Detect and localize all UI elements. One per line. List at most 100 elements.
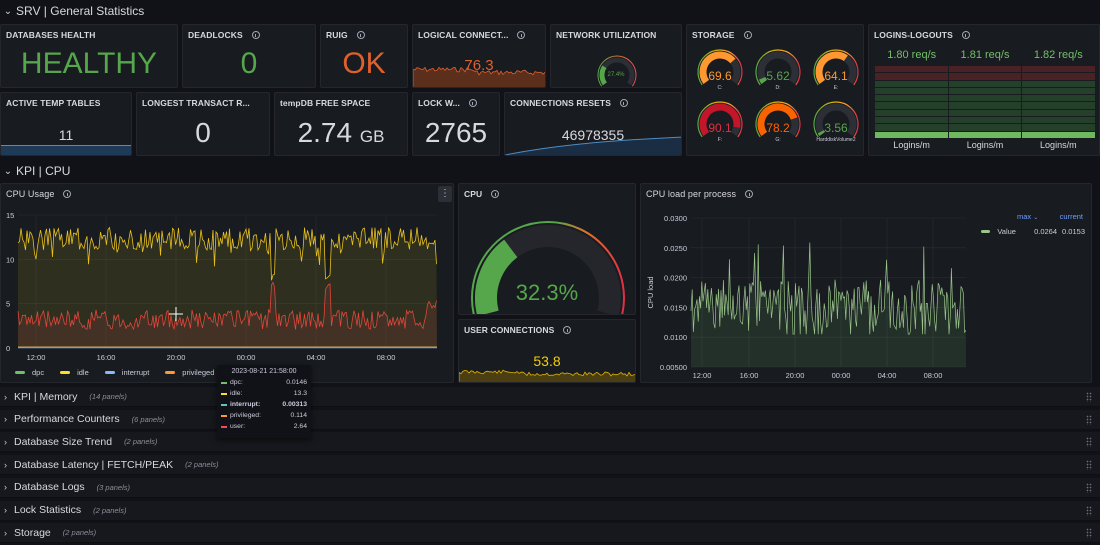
- bar-cell: [1022, 66, 1096, 73]
- tooltip-series-name: dpc:: [230, 379, 243, 386]
- info-icon[interactable]: [63, 190, 72, 198]
- legend-header-max-label: max: [1017, 212, 1032, 221]
- collapsed-row[interactable]: › Database Latency | FETCH/PEAK (2 panel…: [0, 455, 1100, 476]
- panel-longest-transaction: LONGEST TRANSACT R... 0: [136, 92, 270, 156]
- collapsed-row[interactable]: › Database Size Trend (2 panels): [0, 432, 1100, 453]
- stat-value: 2765: [424, 117, 488, 148]
- panel-count: (2 panels): [185, 460, 219, 470]
- panel-cpu-usage: CPU Usage ⋮ 15 10 5 0 12:00 16:00 20:00 00:00 04…: [0, 183, 454, 383]
- drag-handle-icon[interactable]: [1086, 414, 1092, 425]
- panel-count: (3 panels): [96, 482, 130, 492]
- bar-cell: [948, 124, 1022, 131]
- gauge-value: 78.2: [766, 121, 790, 135]
- panel-title-text: LOGICAL CONNECT...: [418, 30, 509, 40]
- login-labels: Logins/m Logins/m Logins/m: [875, 140, 1095, 150]
- info-icon[interactable]: [563, 326, 572, 334]
- panel-title-text: LOCK W...: [418, 98, 460, 108]
- chevron-down-icon: ⌄: [3, 5, 13, 17]
- tooltip-row: idle: 13.3: [221, 388, 307, 399]
- bar-cell: [948, 109, 1022, 117]
- row-title: SRV | General Statistics: [16, 4, 145, 18]
- legend-swatch: [981, 230, 991, 233]
- panel-cpu-gauge: CPU 32.3%: [458, 183, 636, 315]
- cpu-usage-tooltip: 2023-08-21 21:58:00 dpc: 0.0146 idle: 13…: [217, 365, 311, 438]
- drag-handle-icon[interactable]: [1086, 528, 1092, 539]
- y-tick-label: 0.0250: [664, 244, 687, 253]
- collapsed-row[interactable]: › Lock Statistics (2 panels): [0, 500, 1100, 521]
- legend-item-idle[interactable]: idle: [60, 368, 89, 377]
- legend-header-current[interactable]: current: [1060, 212, 1083, 221]
- info-icon[interactable]: [491, 190, 500, 198]
- row-header-general[interactable]: ⌄ SRV | General Statistics: [0, 0, 144, 22]
- x-tick-label: 12:00: [693, 371, 712, 380]
- legend-item-interrupt[interactable]: interrupt: [104, 368, 149, 377]
- panel-title-text: STORAGE: [692, 30, 735, 40]
- bar-cell: [875, 117, 948, 124]
- legend-header-max[interactable]: max ⌄: [1017, 212, 1038, 221]
- panel-deadlocks: DEADLOCKS 0: [182, 24, 316, 88]
- bar-cell: [875, 109, 948, 117]
- collapsed-row[interactable]: › Storage (2 panels): [0, 523, 1100, 544]
- legend-max-value: 0.0264: [1034, 227, 1058, 236]
- legend-item-dpc[interactable]: dpc: [15, 368, 44, 377]
- legend-row-value[interactable]: Value 0.0264 0.0153: [981, 227, 1085, 236]
- tooltip-series-name: interrupt:: [230, 401, 261, 408]
- drag-handle-icon[interactable]: [1086, 482, 1092, 493]
- drag-handle-icon[interactable]: [1086, 437, 1092, 448]
- cpu-usage-chart[interactable]: 15 10 5 0 12:00 16:00 20:00 00:00 04:00 08:00: [1, 204, 454, 383]
- login-value: 1.80 req/s: [887, 49, 937, 61]
- bar-cell: [1022, 95, 1096, 102]
- stat-value: 76.3: [464, 57, 494, 74]
- bar-cell: [1022, 87, 1096, 95]
- collapsed-row[interactable]: › Database Logs (3 panels): [0, 477, 1100, 498]
- bar-cell: [875, 124, 948, 131]
- info-icon[interactable]: [619, 99, 628, 107]
- tooltip-swatch: [221, 392, 227, 395]
- legend-item-privileged[interactable]: privileged: [165, 368, 214, 377]
- bar-cell: [948, 66, 1022, 73]
- drag-handle-icon[interactable]: [1086, 460, 1092, 471]
- login-values: 1.80 req/s 1.81 req/s 1.82 req/s: [875, 49, 1095, 61]
- bar-cell: [1022, 73, 1096, 80]
- y-tick-label: 0.0150: [664, 303, 687, 312]
- tooltip-series-value: 13.3: [293, 390, 307, 397]
- panel-logical-connections: LOGICAL CONNECT... 76.3: [412, 24, 546, 88]
- collapsed-row[interactable]: › Performance Counters (6 panels): [0, 409, 1100, 430]
- drag-handle-icon[interactable]: [1086, 505, 1092, 516]
- network-gauge: [597, 55, 637, 87]
- info-icon[interactable]: [961, 31, 970, 39]
- kebab-menu-icon[interactable]: ⋮: [438, 186, 452, 202]
- chevron-down-icon: ⌄: [3, 165, 13, 177]
- panel-count: (14 panels): [89, 392, 127, 401]
- tooltip-swatch: [221, 414, 227, 417]
- panel-title: NETWORK UTILIZATION: [556, 30, 657, 40]
- panel-title: tempDB FREE SPACE: [280, 98, 371, 108]
- row-header-cpu[interactable]: ⌄ KPI | CPU: [0, 160, 71, 182]
- gauge-label: D:: [775, 85, 781, 91]
- info-icon[interactable]: [745, 190, 754, 198]
- row-title: KPI | CPU: [16, 164, 71, 178]
- stat-value: 0: [195, 117, 211, 148]
- info-icon[interactable]: [743, 31, 752, 39]
- info-icon[interactable]: [356, 31, 365, 39]
- stat-value: 11: [58, 127, 74, 143]
- x-tick-label: 12:00: [27, 353, 46, 362]
- info-icon[interactable]: [468, 99, 477, 107]
- info-icon[interactable]: [517, 31, 526, 39]
- legend-current-value: 0.0153: [1062, 227, 1085, 236]
- collapsed-row[interactable]: › KPI | Memory (14 panels): [0, 387, 1100, 407]
- x-tick-label: 08:00: [377, 353, 396, 362]
- cpu-load-chart[interactable]: 0.0300 0.0250 0.0200 0.0150 0.0100 0.00500 12:…: [641, 204, 981, 383]
- drag-handle-icon[interactable]: [1086, 392, 1092, 402]
- bar-cell: [1022, 80, 1096, 87]
- info-icon[interactable]: [251, 31, 260, 39]
- chevron-right-icon: ›: [4, 414, 7, 425]
- panel-title-text: RUIG: [326, 30, 348, 40]
- row-title: Performance Counters: [14, 413, 120, 426]
- row-title: Database Logs: [14, 481, 85, 494]
- tooltip-swatch: [221, 425, 227, 428]
- login-bar-gauge: [1022, 66, 1096, 138]
- tooltip-series-value: 0.114: [290, 412, 307, 419]
- row-title: Database Size Trend: [14, 435, 113, 448]
- legend-swatch: [104, 371, 115, 374]
